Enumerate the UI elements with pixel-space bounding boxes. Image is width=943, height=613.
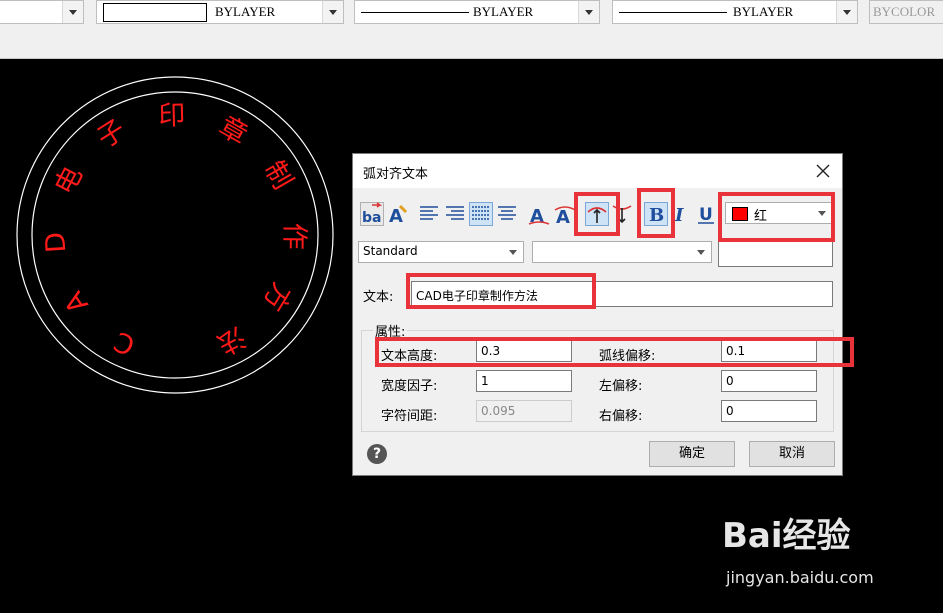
close-icon[interactable] (812, 160, 834, 182)
seal-char: 作 (278, 223, 309, 250)
width-factor-label: 宽度因子: (381, 379, 438, 394)
left-offset-input[interactable]: 0 (721, 370, 817, 392)
char-spacing-label: 字符间距: (381, 409, 438, 424)
svg-text:I: I (674, 205, 684, 226)
right-offset-label: 右偏移: (599, 409, 643, 424)
highlight-height-offset-row (375, 337, 854, 367)
underline-icon[interactable]: U (694, 202, 718, 226)
plotstyle-combo-label: BYCOLOR (873, 4, 936, 19)
seal-char: 法 (212, 320, 250, 360)
seal-char: C (110, 325, 140, 361)
ok-button[interactable]: 确定 (649, 441, 735, 467)
text-edit-icon[interactable]: A (386, 202, 410, 226)
lineweight-preview (619, 12, 727, 13)
svg-text:ba: ba (362, 210, 381, 226)
reverse-text-icon[interactable]: ba (360, 202, 384, 226)
chevron-down-icon[interactable] (62, 1, 83, 23)
cancel-button[interactable]: 取消 (749, 441, 835, 467)
layer-combo[interactable] (0, 0, 84, 24)
font-select[interactable] (532, 241, 712, 263)
highlight-arc-convex (574, 192, 620, 236)
seal-char: D (40, 231, 72, 254)
seal-char: 子 (92, 114, 131, 155)
linetype-combo-label: BYLAYER (473, 4, 534, 19)
watermark-url: jingyan.baidu.com (726, 568, 874, 587)
seal-char: 方 (256, 277, 297, 316)
font-preview-field[interactable] (718, 241, 833, 267)
color-combo-label: BYLAYER (215, 4, 276, 19)
help-icon[interactable]: ? (367, 444, 387, 464)
highlight-bold (637, 188, 675, 238)
properties-toolbar: BYLAYER BYLAYER BYLAYER BYCOLOR (0, 0, 943, 28)
plotstyle-combo[interactable]: BYCOLOR (869, 0, 943, 24)
lineweight-combo[interactable]: BYLAYER (612, 0, 858, 24)
chevron-down-icon[interactable] (509, 250, 517, 255)
toolbar-strip (0, 28, 943, 59)
seal-char: 制 (258, 156, 298, 195)
seal-arc-text: CA D 电子印章制作方法 (40, 100, 310, 361)
seal-char: A (58, 285, 94, 318)
linetype-combo[interactable]: BYLAYER (354, 0, 600, 24)
chevron-down-icon[interactable] (836, 1, 857, 23)
arc-align-text-dialog: 弧对齐文本 ba A A A B I U 红 Standard 文本: CAD电… (352, 153, 854, 476)
right-offset-input[interactable]: 0 (721, 400, 817, 422)
linetype-preview (361, 12, 469, 13)
seal-char: 印 (158, 100, 186, 132)
width-factor-input[interactable]: 1 (476, 370, 572, 392)
text-outward-icon[interactable]: A (527, 202, 551, 226)
watermark-logo: Bai经验 (722, 516, 851, 556)
style-select-value: Standard (363, 244, 418, 258)
color-swatch (103, 3, 207, 22)
style-select[interactable]: Standard (358, 241, 524, 263)
highlight-text-input (406, 273, 596, 309)
align-right-icon[interactable] (443, 202, 467, 226)
chevron-down-icon[interactable] (697, 250, 705, 255)
char-spacing-input: 0.095 (476, 400, 572, 422)
svg-text:A: A (556, 207, 570, 226)
dialog-title: 弧对齐文本 (363, 167, 429, 182)
baidu-jingyan-watermark: Bai经验 jingyan.baidu.com (722, 508, 932, 594)
text-label: 文本: (363, 290, 394, 305)
seal-inner-circle (31, 91, 319, 379)
lineweight-combo-label: BYLAYER (733, 4, 794, 19)
align-left-icon[interactable] (417, 202, 441, 226)
color-combo[interactable]: BYLAYER (96, 0, 344, 24)
highlight-color (718, 192, 835, 242)
align-center-icon[interactable] (495, 202, 519, 226)
align-fit-icon[interactable] (469, 202, 493, 226)
chevron-down-icon[interactable] (322, 1, 343, 23)
seal-char: 章 (214, 111, 253, 151)
dialog-titlebar: 弧对齐文本 (353, 154, 842, 188)
svg-text:U: U (699, 205, 713, 225)
left-offset-label: 左偏移: (599, 379, 643, 394)
chevron-down-icon[interactable] (578, 1, 599, 23)
seal-char: 电 (49, 162, 89, 200)
